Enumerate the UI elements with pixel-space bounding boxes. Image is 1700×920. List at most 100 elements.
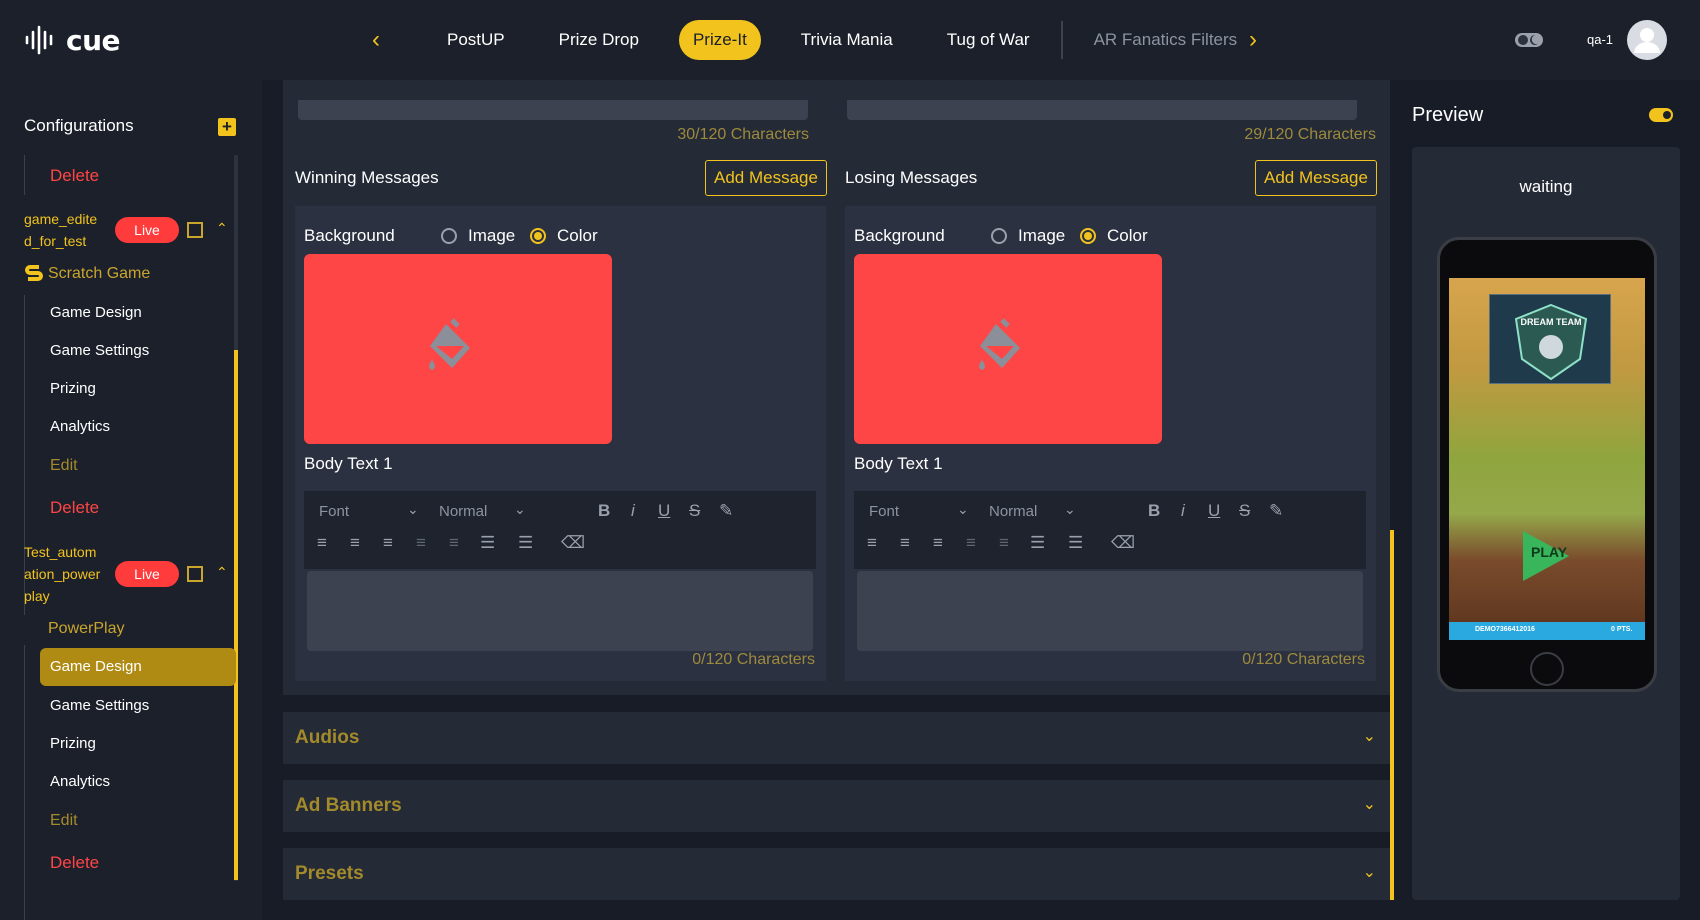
rich-text-toolbar: Font ⌄ Normal ⌄ B i U S ✎ ≡ ≡ ≡ ≡ ≡ ☰ ☰ … (854, 491, 1366, 569)
delete-link[interactable]: Delete (50, 853, 99, 873)
chevron-up-icon[interactable]: ⌃ (216, 564, 230, 580)
add-configuration-button[interactable]: + (218, 118, 236, 136)
chevron-down-icon[interactable]: ⌄ (407, 501, 419, 518)
avatar[interactable] (1627, 20, 1667, 60)
tab-trivia-mania[interactable]: Trivia Mania (787, 20, 907, 60)
phone-mockup: DREAM TEAM PLAY DEMO7366412016 0 PTS. (1437, 237, 1657, 692)
size-select[interactable]: Normal (439, 503, 487, 520)
sidebar-item-game-settings[interactable]: Game Settings (50, 342, 149, 359)
game-type-label: Scratch Game (48, 265, 151, 282)
italic-icon[interactable]: i (1181, 501, 1185, 521)
tab-tug-of-war[interactable]: Tug of War (933, 20, 1044, 60)
tabs-next-arrow-icon[interactable]: › (1238, 24, 1268, 56)
ad-banners-section[interactable]: Ad Banners ⌄ (283, 780, 1390, 832)
phone-home-button (1530, 652, 1564, 686)
sidebar-item-game-settings[interactable]: Game Settings (50, 697, 149, 714)
main-scroll-thumb[interactable] (1390, 530, 1394, 900)
align-left-icon[interactable]: ≡ (317, 533, 327, 553)
chevron-down-icon[interactable]: ⌄ (1064, 501, 1076, 518)
image-option-label: Image (1018, 226, 1066, 245)
bulleted-list-icon[interactable]: ☰ (518, 533, 533, 553)
indent-increase-icon[interactable]: ≡ (449, 533, 459, 553)
chevron-down-icon: ⌄ (1362, 728, 1376, 745)
sidebar-item-analytics[interactable]: Analytics (50, 773, 110, 790)
align-right-icon[interactable]: ≡ (383, 533, 393, 553)
align-right-icon[interactable]: ≡ (933, 533, 943, 553)
font-select[interactable]: Font (869, 503, 899, 520)
delete-link[interactable]: Delete (50, 498, 99, 518)
chevron-down-icon[interactable]: ⌄ (514, 501, 526, 518)
waveform-icon (25, 25, 53, 55)
tab-postup[interactable]: PostUP (433, 20, 519, 60)
tab-prize-drop[interactable]: Prize Drop (545, 20, 653, 60)
paint-bucket-icon (979, 318, 1020, 370)
background-color-swatch[interactable] (854, 254, 1162, 444)
underline-icon[interactable]: U (1208, 501, 1220, 521)
indent-increase-icon[interactable]: ≡ (999, 533, 1009, 553)
body-text-editor[interactable] (857, 571, 1363, 651)
game-name[interactable]: Test_autom ation_power play (24, 541, 100, 607)
background-label: Background (854, 226, 945, 245)
tabs-prev-arrow-icon[interactable]: ‹ (361, 24, 391, 56)
sidebar-scroll-thumb[interactable] (234, 350, 238, 880)
text-input[interactable] (298, 100, 808, 120)
tab-ar-fanatics-filters[interactable]: AR Fanatics Filters (1080, 20, 1252, 60)
losing-message-panel: Background Image Color Body Text 1 Font … (845, 206, 1376, 681)
character-count: 30/120 Characters (677, 126, 809, 143)
sidebar-item-analytics[interactable]: Analytics (50, 418, 110, 435)
strikethrough-icon[interactable]: S (1239, 501, 1250, 521)
edit-link[interactable]: Edit (50, 812, 78, 830)
image-radio[interactable] (991, 228, 1007, 244)
add-winning-message-button[interactable]: Add Message (705, 160, 827, 196)
size-select[interactable]: Normal (989, 503, 1037, 520)
winning-messages-title: Winning Messages (295, 168, 439, 187)
color-radio[interactable] (530, 228, 546, 244)
highlighter-icon[interactable]: ✎ (719, 501, 733, 521)
tab-prize-it[interactable]: Prize-It (678, 20, 761, 60)
game-name-line: play (24, 588, 50, 604)
eraser-icon[interactable]: ⌫ (561, 533, 585, 553)
qr-code-icon[interactable] (187, 566, 203, 582)
text-input[interactable] (847, 100, 1357, 120)
edit-link[interactable]: Edit (50, 457, 78, 475)
underline-icon[interactable]: U (658, 501, 670, 521)
presets-section[interactable]: Presets ⌄ (283, 848, 1390, 900)
delete-link[interactable]: Delete (50, 166, 99, 186)
bold-icon[interactable]: B (598, 501, 610, 521)
preview-toggle[interactable] (1649, 108, 1673, 122)
qr-code-icon[interactable] (187, 222, 203, 238)
color-radio[interactable] (1080, 228, 1096, 244)
game-name[interactable]: game_edite d_for_test (24, 208, 97, 252)
align-center-icon[interactable]: ≡ (900, 533, 910, 553)
color-option-label: Color (1107, 226, 1148, 245)
character-count: 0/120 Characters (692, 651, 815, 668)
body-text-editor[interactable] (307, 571, 813, 651)
chevron-down-icon[interactable]: ⌄ (957, 501, 969, 518)
sidebar-item-game-design[interactable]: Game Design (50, 304, 142, 321)
sidebar-item-prizing[interactable]: Prizing (50, 380, 96, 397)
chevron-up-icon[interactable]: ⌃ (216, 220, 230, 236)
cue-logo[interactable]: cue (24, 22, 121, 58)
messages-editor-card: 30/120 Characters 29/120 Characters Winn… (283, 80, 1390, 695)
background-color-swatch[interactable] (304, 254, 612, 444)
highlighter-icon[interactable]: ✎ (1269, 501, 1283, 521)
align-left-icon[interactable]: ≡ (867, 533, 877, 553)
sidebar-item-game-design-active[interactable]: Game Design (50, 658, 142, 675)
indent-decrease-icon[interactable]: ≡ (416, 533, 426, 553)
indent-decrease-icon[interactable]: ≡ (966, 533, 976, 553)
numbered-list-icon[interactable]: ☰ (1030, 533, 1045, 553)
image-radio[interactable] (441, 228, 457, 244)
character-count: 0/120 Characters (1242, 651, 1365, 668)
eraser-icon[interactable]: ⌫ (1111, 533, 1135, 553)
sidebar-item-prizing[interactable]: Prizing (50, 735, 96, 752)
audios-section[interactable]: Audios ⌄ (283, 712, 1390, 764)
italic-icon[interactable]: i (631, 501, 635, 521)
bulleted-list-icon[interactable]: ☰ (1068, 533, 1083, 553)
strikethrough-icon[interactable]: S (689, 501, 700, 521)
align-center-icon[interactable]: ≡ (350, 533, 360, 553)
add-losing-message-button[interactable]: Add Message (1255, 160, 1377, 196)
numbered-list-icon[interactable]: ☰ (480, 533, 495, 553)
font-select[interactable]: Font (319, 503, 349, 520)
bold-icon[interactable]: B (1148, 501, 1160, 521)
theme-toggle-icon[interactable] (1514, 30, 1544, 50)
